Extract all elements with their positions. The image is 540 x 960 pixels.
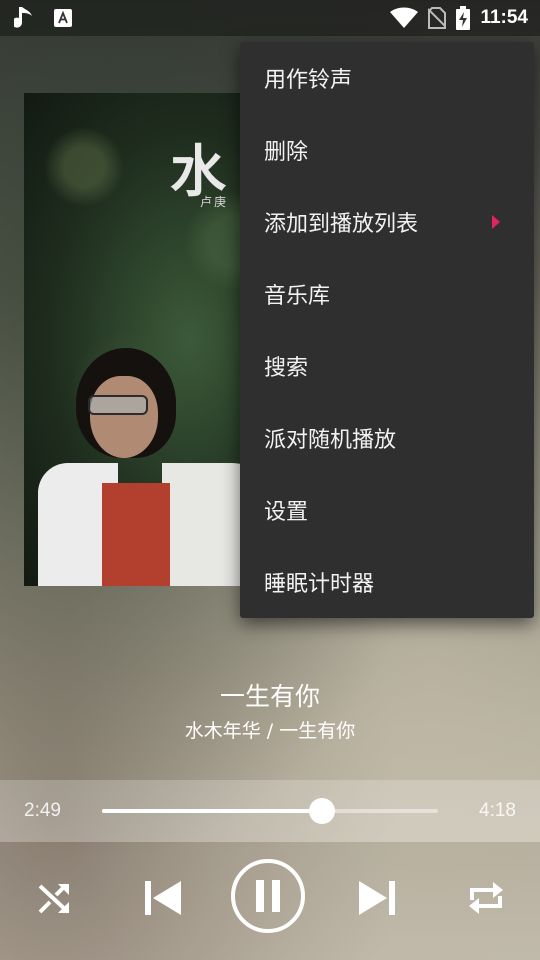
overflow-menu: 用作铃声 删除 添加到播放列表 音乐库 搜索 派对随机播放 设置 睡眠计时器: [240, 42, 534, 618]
music-note-icon: [14, 5, 36, 31]
repeat-button[interactable]: [462, 874, 510, 922]
submenu-arrow-icon: [492, 215, 500, 229]
font-icon: [54, 9, 72, 27]
skip-next-icon: [357, 877, 399, 919]
menu-item-label: 添加到播放列表: [264, 212, 419, 237]
pause-icon: [253, 879, 283, 913]
shuffle-button[interactable]: [30, 874, 78, 922]
menu-item-label: 设置: [264, 500, 309, 525]
menu-item-label: 派对随机播放: [264, 428, 397, 453]
battery-charging-icon: [456, 6, 471, 30]
menu-item-label: 搜索: [264, 356, 309, 381]
menu-item-delete[interactable]: 删除: [240, 114, 534, 186]
menu-item-label: 睡眠计时器: [264, 572, 375, 597]
playback-controls: [0, 842, 540, 960]
next-button[interactable]: [354, 874, 402, 922]
menu-item-sleep-timer[interactable]: 睡眠计时器: [240, 546, 534, 618]
menu-item-settings[interactable]: 设置: [240, 474, 534, 546]
total-time: 4:18: [479, 800, 516, 821]
album-figure-face: [90, 376, 158, 458]
menu-item-search[interactable]: 搜索: [240, 330, 534, 402]
menu-item-set-ringtone[interactable]: 用作铃声: [240, 42, 534, 114]
no-sim-icon: [428, 7, 447, 29]
elapsed-time: 2:49: [24, 800, 61, 821]
seek-bar-fill: [102, 809, 323, 813]
track-artist-album: 水木年华 / 一生有你: [184, 720, 356, 742]
status-time: 11:54: [480, 7, 528, 28]
shuffle-icon: [34, 878, 74, 918]
menu-item-label: 删除: [264, 140, 309, 165]
status-bar: 11:54: [0, 0, 540, 36]
menu-item-label: 用作铃声: [264, 68, 353, 93]
play-pause-button[interactable]: [231, 859, 305, 933]
menu-item-add-to-playlist[interactable]: 添加到播放列表: [240, 186, 534, 258]
previous-button[interactable]: [138, 874, 186, 922]
progress-area: 2:49 4:18: [0, 780, 540, 842]
track-title: 一生有你: [219, 682, 320, 711]
wifi-icon: [390, 7, 419, 29]
skip-previous-icon: [141, 877, 183, 919]
seek-bar[interactable]: [102, 798, 438, 824]
album-cover-subtext: 卢庚: [200, 195, 229, 209]
repeat-icon: [466, 878, 506, 918]
album-figure-glasses: [88, 395, 148, 415]
album-figure-shirt: [102, 483, 170, 586]
player-screen: 11:54 水 卢庚 用作铃声 删除 添加到播放列表 音乐库 搜索 派对随机播放…: [0, 0, 540, 960]
seek-bar-thumb[interactable]: [309, 798, 336, 824]
track-info: 一生有你 水木年华 / 一生有你: [0, 678, 540, 746]
menu-item-label: 音乐库: [264, 284, 331, 309]
menu-item-party-shuffle[interactable]: 派对随机播放: [240, 402, 534, 474]
menu-item-music-library[interactable]: 音乐库: [240, 258, 534, 330]
